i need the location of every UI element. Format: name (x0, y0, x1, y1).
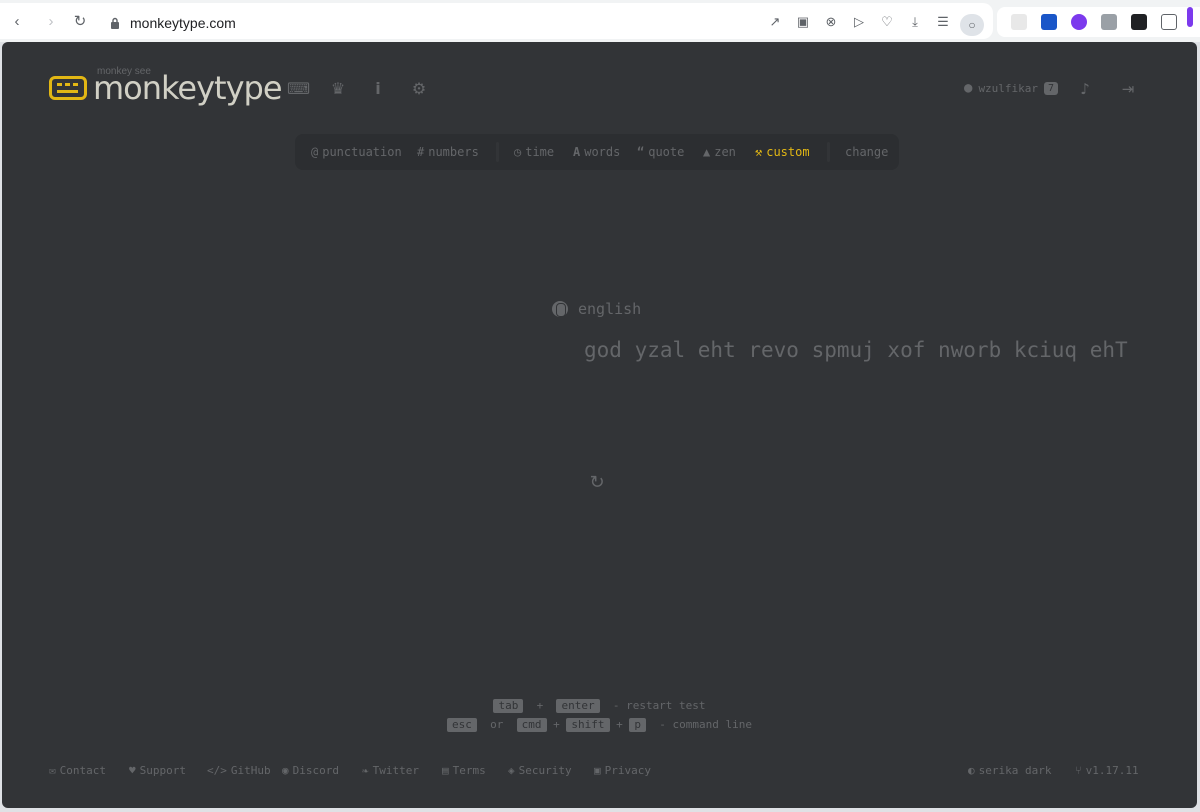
send-icon[interactable]: ▷ (851, 14, 867, 30)
extension-camera-icon[interactable] (1101, 14, 1117, 30)
crown-icon[interactable]: ♛ (328, 79, 348, 99)
mode-zen[interactable]: ▲ zen (703, 145, 736, 159)
profile-icon[interactable]: ○ (960, 14, 984, 36)
command-hint-label: - command line (659, 718, 752, 731)
bell-icon[interactable]: ♪ (1075, 79, 1095, 99)
key-p: p (629, 718, 647, 732)
change-button[interactable]: change (845, 145, 888, 159)
config-divider (496, 142, 499, 162)
mode-quote[interactable]: “quote (637, 145, 684, 159)
quote-icon: “ (637, 145, 645, 159)
footer-github[interactable]: </> GitHub (207, 764, 271, 777)
lock-icon (111, 17, 119, 29)
forward-icon[interactable]: › (42, 13, 60, 31)
key-esc: esc (447, 718, 477, 732)
key-shift: shift (566, 718, 610, 732)
gear-icon[interactable]: ⚙ (409, 79, 429, 99)
extension-cube-icon[interactable] (1161, 14, 1177, 30)
at-icon: @ (311, 145, 319, 159)
account-level-badge: 7 (1044, 81, 1059, 95)
logo-title[interactable]: monkeytype (93, 69, 283, 107)
plus-sign: + (536, 699, 544, 712)
heart-icon[interactable]: ♡ (879, 14, 895, 30)
extension-shield-icon[interactable] (1041, 14, 1057, 30)
mode-words[interactable]: Awords (573, 145, 620, 159)
plus-sign: + (616, 718, 623, 731)
plus-sign: + (553, 718, 560, 731)
back-icon[interactable]: ‹ (8, 13, 26, 31)
extensions-bar (997, 7, 1200, 37)
footer-terms[interactable]: ▤ Terms (442, 764, 486, 777)
lock-icon: ▣ (594, 764, 601, 777)
typing-words[interactable]: god yzal eht revo spmuj xof nworb kciuq … (584, 338, 1128, 362)
keyboard-icon[interactable]: ⌨ (287, 79, 310, 99)
footer-theme[interactable]: ◐ serika dark (968, 764, 1051, 777)
key-cmd: cmd (516, 718, 547, 732)
footer-privacy[interactable]: ▣ Privacy (594, 764, 651, 777)
donate-icon: ♥ (129, 764, 136, 777)
camera-icon[interactable]: ▣ (795, 14, 811, 30)
config-divider (827, 142, 830, 162)
language-label: english (578, 300, 642, 318)
info-icon[interactable]: i (368, 79, 388, 99)
keyboard-logo-icon[interactable] (49, 76, 87, 100)
discord-icon: ◉ (282, 764, 289, 777)
share-icon[interactable]: ↗ (767, 14, 783, 30)
footer-twitter[interactable]: ❧ Twitter (362, 764, 419, 777)
file-icon: ▤ (442, 764, 449, 777)
globe-icon (552, 301, 568, 317)
clock-icon: ◷ (514, 145, 522, 159)
account-username: wzulfikar (978, 81, 1039, 95)
code-icon: </> (207, 764, 227, 777)
extension-scroll-indicator (1187, 7, 1193, 27)
footer-discord[interactable]: ◉ Discord (282, 764, 339, 777)
wrench-icon: ⚒ (755, 145, 763, 159)
footer-contact[interactable]: ✉ Contact (49, 764, 106, 777)
restart-icon[interactable]: ↻ (588, 474, 606, 492)
mountain-icon: ▲ (703, 145, 711, 159)
download-icon[interactable]: ⤓ (907, 14, 923, 30)
footer-version[interactable]: ⑂ v1.17.11 (1075, 764, 1139, 777)
mode-time[interactable]: ◷ time (514, 145, 554, 159)
footer-security[interactable]: ◈ Security (508, 764, 572, 777)
twitter-icon: ❧ (362, 764, 369, 777)
extension-circle-icon[interactable] (1071, 14, 1087, 30)
punctuation-toggle[interactable]: @ punctuation (311, 145, 402, 159)
command-hint: esc or cmd + shift + p - command line (2, 718, 1197, 732)
or-text: or (490, 718, 504, 731)
code-branch-icon: ⑂ (1075, 764, 1082, 777)
extension-s-icon[interactable] (1131, 14, 1147, 30)
mode-custom[interactable]: ⚒ custom (755, 145, 810, 159)
extension-grid-icon[interactable] (1011, 14, 1027, 30)
restart-hint: tab + enter - restart test (2, 699, 1197, 713)
user-icon: ● (964, 80, 973, 96)
test-config-bar: @ punctuation # numbers ◷ time Awords “quot… (295, 134, 899, 170)
monkeytype-page: monkey see monkeytype ⌨ ♛ i ⚙ ● wzulfika… (2, 42, 1197, 808)
tune-icon[interactable]: ☰ (935, 14, 951, 30)
address-bar[interactable]: ‹ › ↻ monkeytype.com ↗ ▣ ⊗ ▷ ♡ ⤓ ☰ ○ (0, 3, 993, 39)
envelope-icon: ✉ (49, 764, 56, 777)
restart-hint-label: - restart test (612, 699, 706, 712)
footer-support[interactable]: ♥ Support (129, 764, 186, 777)
block-icon[interactable]: ⊗ (823, 14, 839, 30)
font-icon: A (573, 145, 581, 159)
language-button[interactable]: english (552, 300, 641, 318)
url-text[interactable]: monkeytype.com (130, 15, 236, 31)
sign-out-icon[interactable]: ⇥ (1118, 79, 1138, 99)
account-button[interactable]: ● wzulfikar 7 (964, 80, 1059, 96)
hash-icon: # (417, 145, 425, 159)
numbers-toggle[interactable]: # numbers (417, 145, 479, 159)
browser-toolbar: ‹ › ↻ monkeytype.com ↗ ▣ ⊗ ▷ ♡ ⤓ ☰ ○ (0, 0, 1200, 42)
key-enter: enter (556, 699, 600, 713)
reload-icon[interactable]: ↻ (71, 13, 89, 31)
key-tab: tab (493, 699, 524, 713)
shield-icon: ◈ (508, 764, 515, 777)
palette-icon: ◐ (968, 764, 975, 777)
